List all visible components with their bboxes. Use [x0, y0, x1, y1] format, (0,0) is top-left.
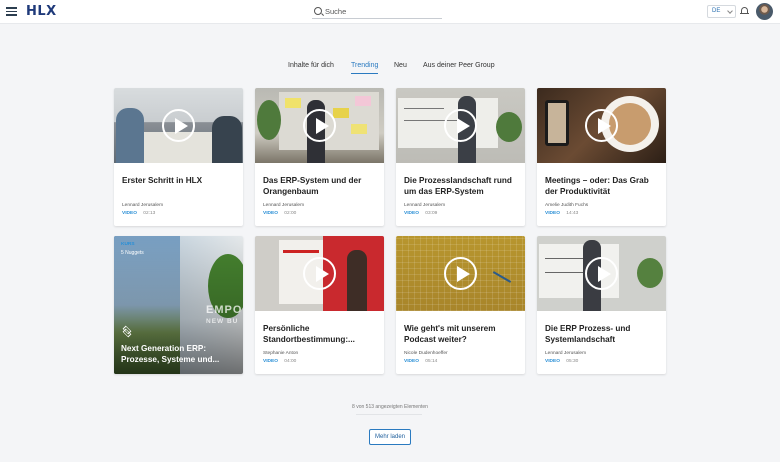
play-icon[interactable] [444, 257, 477, 290]
content-card[interactable]: Wie geht's mit unserem Podcast weiter? N… [396, 236, 525, 374]
content-type-badge: VIDEO [122, 211, 137, 216]
load-more-button[interactable]: Mehr laden [369, 429, 411, 445]
card-title: Wie geht's mit unserem Podcast weiter? [404, 324, 496, 344]
content-type-badge: VIDEO [263, 211, 278, 216]
tab-inhalte-fuer-dich[interactable]: Inhalte für dich [288, 62, 334, 69]
duration: 04:00 [284, 359, 297, 364]
hlx-logo[interactable]: HLX [26, 4, 57, 19]
search-icon[interactable] [314, 7, 322, 15]
chevron-down-icon [727, 8, 733, 14]
video-thumbnail [537, 88, 666, 163]
tab-peer-group[interactable]: Aus deiner Peer Group [423, 62, 495, 69]
bell-icon[interactable] [740, 7, 749, 15]
card-author: Lennard Jerusalem [122, 203, 164, 208]
video-thumbnail [537, 236, 666, 311]
card-meta: VIDEO 04:00 [263, 359, 296, 364]
tab-neu[interactable]: Neu [394, 62, 407, 69]
duration: 05:30 [566, 359, 579, 364]
results-progress-bar [356, 414, 422, 415]
video-thumbnail [114, 88, 243, 163]
card-author: Lennard Jerusalem [404, 203, 446, 208]
content-card[interactable]: Persönliche Standortbestimmung:... Steph… [255, 236, 384, 374]
content-card[interactable]: Die Prozesslandschaft rund um das ERP-Sy… [396, 88, 525, 226]
play-icon[interactable] [303, 257, 336, 290]
card-title: Meetings – oder: Das Grab der Produktivi… [545, 176, 649, 196]
card-meta: VIDEO 02:13 [122, 211, 155, 216]
play-icon[interactable] [303, 109, 336, 142]
search-bar [312, 4, 442, 19]
video-thumbnail [396, 88, 525, 163]
content-type-badge: VIDEO [263, 359, 278, 364]
card-meta: VIDEO 02:00 [263, 211, 296, 216]
duration: 02:13 [143, 211, 156, 216]
content-card[interactable]: Meetings – oder: Das Grab der Produktivi… [537, 88, 666, 226]
card-meta: VIDEO 05:30 [545, 359, 578, 364]
content-type-badge: VIDEO [404, 359, 419, 364]
card-author: Amelie Judith Fuchs [545, 203, 589, 208]
card-meta: VIDEO 03:09 [404, 211, 437, 216]
card-title: Die ERP Prozess- und Systemlandschaft [545, 324, 631, 344]
language-select[interactable]: DE [707, 5, 736, 18]
top-bar: HLX DE [0, 0, 780, 24]
video-thumbnail [396, 236, 525, 311]
thumbnail-text: EMPO [206, 304, 243, 316]
results-count: 8 von 513 angezeigten Elementen [352, 404, 428, 410]
content-type-badge: KURS [121, 242, 135, 247]
card-meta: VIDEO 05:14 [404, 359, 437, 364]
content-type-badge: VIDEO [545, 211, 560, 216]
content-type-badge: VIDEO [404, 211, 419, 216]
video-thumbnail [255, 88, 384, 163]
play-icon[interactable] [585, 257, 618, 290]
tab-trending[interactable]: Trending [351, 62, 379, 75]
content-card[interactable]: Das ERP-System und der Orangenbaum Lenna… [255, 88, 384, 226]
play-icon[interactable] [585, 109, 618, 142]
avatar[interactable] [756, 3, 773, 20]
video-thumbnail [255, 236, 384, 311]
language-value: DE [712, 8, 721, 14]
card-meta: VIDEO 14:43 [545, 211, 578, 216]
card-title: Die Prozesslandschaft rund um das ERP-Sy… [404, 176, 512, 196]
nugget-count: 5 Nuggets [121, 250, 144, 256]
content-card[interactable]: Die ERP Prozess- und Systemlandschaft Le… [537, 236, 666, 374]
duration: 03:09 [425, 211, 438, 216]
card-author: Lennard Jerusalem [545, 351, 587, 356]
play-icon[interactable] [162, 109, 195, 142]
thumbnail-subtext: NEW BU [206, 318, 239, 325]
card-author: Lennard Jerusalem [263, 203, 305, 208]
card-author: Nicole Dudenhoeffer [404, 351, 448, 356]
play-icon[interactable] [444, 109, 477, 142]
course-card[interactable]: KURS 5 Nuggets EMPO NEW BU Next Generati… [114, 236, 243, 374]
duration: 05:14 [425, 359, 438, 364]
content-card[interactable]: Erster Schritt in HLX Lennard Jerusalem … [114, 88, 243, 226]
duration: 02:00 [284, 211, 297, 216]
card-author: Stephanie Anton [263, 351, 299, 356]
search-input[interactable] [325, 4, 440, 18]
duration: 14:43 [566, 211, 579, 216]
content-tabs: Inhalte für dich Trending Neu Aus deiner… [0, 62, 780, 76]
card-title: Erster Schritt in HLX [122, 176, 203, 185]
card-title: Next Generation ERP: Prozesse, Systeme u… [121, 344, 220, 364]
card-title: Persönliche Standortbestimmung:... [263, 324, 355, 344]
layers-icon [121, 325, 133, 338]
card-title: Das ERP-System und der Orangenbaum [263, 176, 362, 196]
menu-icon[interactable] [6, 7, 17, 16]
content-type-badge: VIDEO [545, 359, 560, 364]
